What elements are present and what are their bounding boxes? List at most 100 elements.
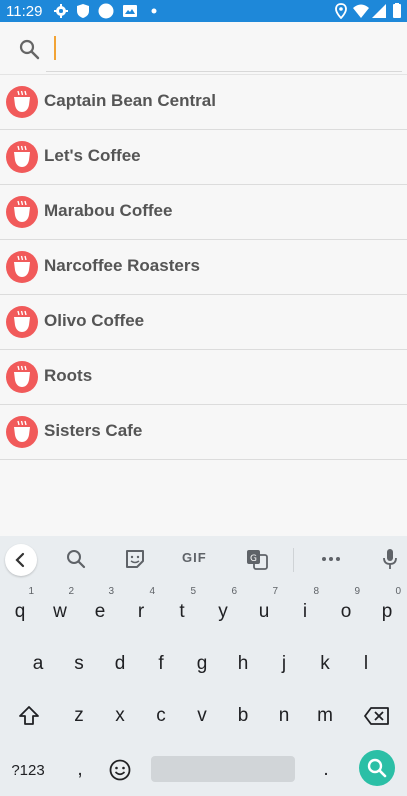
- key-x[interactable]: x: [100, 694, 140, 738]
- key-n[interactable]: n: [264, 694, 304, 738]
- key-c[interactable]: c: [141, 694, 181, 738]
- key-u[interactable]: 7u: [244, 586, 284, 634]
- battery-icon: [393, 3, 401, 18]
- emoji-key[interactable]: [100, 748, 140, 792]
- key-hint: 6: [231, 586, 237, 597]
- key-w[interactable]: 2w: [40, 586, 80, 634]
- shield-icon: [77, 4, 89, 18]
- list-item[interactable]: Marabou Coffee: [0, 185, 407, 240]
- key-o[interactable]: 9o: [326, 586, 366, 634]
- key-a[interactable]: a: [18, 642, 58, 686]
- microphone-icon[interactable]: [377, 546, 403, 572]
- collapse-toolbar-button[interactable]: [5, 544, 37, 576]
- coffee-cup-icon: [6, 361, 38, 393]
- key-v[interactable]: v: [182, 694, 222, 738]
- key-j[interactable]: j: [264, 642, 304, 686]
- coffee-cup-icon: [6, 86, 38, 118]
- signal-icon: [372, 4, 386, 18]
- key-hint: 3: [108, 586, 114, 597]
- key-label: y: [218, 601, 228, 622]
- search-action-button[interactable]: [359, 750, 395, 786]
- key-hint: 4: [149, 586, 155, 597]
- circle-icon: [98, 3, 114, 19]
- key-r[interactable]: 4r: [121, 586, 161, 634]
- key-m[interactable]: m: [305, 694, 345, 738]
- key-e[interactable]: 3e: [80, 586, 120, 634]
- key-z[interactable]: z: [59, 694, 99, 738]
- keyboard-toolbar: GIF G: [0, 536, 407, 582]
- key-t[interactable]: 5t: [162, 586, 202, 634]
- list-item-label: Captain Bean Central: [44, 91, 216, 110]
- key-label: u: [258, 601, 270, 622]
- search-input[interactable]: [46, 30, 402, 72]
- coffee-cup-icon: [6, 306, 38, 338]
- key-label: i: [302, 601, 308, 622]
- mail-icon: [123, 5, 137, 17]
- key-g[interactable]: g: [182, 642, 222, 686]
- symbols-key[interactable]: ?123: [4, 748, 52, 792]
- key-b[interactable]: b: [223, 694, 263, 738]
- more-options-icon[interactable]: [318, 546, 344, 572]
- key-p[interactable]: 0p: [367, 586, 407, 634]
- key-hint: 1: [28, 586, 34, 597]
- list-item-label: Sisters Cafe: [44, 421, 143, 440]
- dot-icon: [151, 8, 157, 14]
- key-label: e: [94, 601, 106, 622]
- key-hint: 7: [272, 586, 278, 597]
- chevron-left-icon: [15, 552, 25, 568]
- list-item-label: Roots: [44, 366, 93, 385]
- coffee-cup-icon: [6, 196, 38, 228]
- backspace-key[interactable]: [356, 694, 398, 738]
- key-h[interactable]: h: [223, 642, 263, 686]
- shift-key[interactable]: [8, 694, 50, 738]
- status-time: 11:29: [6, 3, 43, 20]
- key-y[interactable]: 6y: [203, 586, 243, 634]
- list-item[interactable]: Narcoffee Roasters: [0, 240, 407, 295]
- wifi-icon: [353, 4, 369, 18]
- space-bar[interactable]: [151, 756, 295, 782]
- key-hint: 8: [313, 586, 319, 597]
- coffee-cup-icon: [6, 251, 38, 283]
- key-label: r: [137, 601, 145, 622]
- key-i[interactable]: 8i: [285, 586, 325, 634]
- list-item-label: Olivo Coffee: [44, 311, 145, 330]
- translate-icon[interactable]: G: [244, 546, 270, 572]
- period-key[interactable]: .: [306, 748, 346, 792]
- settings-icon: [54, 4, 68, 18]
- key-q[interactable]: 1q: [0, 586, 40, 634]
- key-l[interactable]: l: [346, 642, 386, 686]
- sticker-icon[interactable]: [122, 546, 148, 572]
- search-icon: [367, 758, 387, 778]
- results-list: Captain Bean Central Let's Coffee Marabo…: [0, 74, 407, 460]
- coffee-cup-icon: [6, 416, 38, 448]
- key-label: q: [14, 601, 26, 622]
- key-label: p: [381, 601, 393, 622]
- key-k[interactable]: k: [305, 642, 345, 686]
- toolbar-divider: [293, 548, 294, 572]
- key-s[interactable]: s: [59, 642, 99, 686]
- key-label: w: [53, 601, 67, 622]
- key-label: o: [340, 601, 352, 622]
- list-item[interactable]: Let's Coffee: [0, 130, 407, 185]
- list-item-label: Narcoffee Roasters: [44, 256, 200, 275]
- search-icon: [19, 39, 40, 60]
- location-icon: [335, 3, 347, 19]
- key-label: t: [179, 601, 185, 622]
- list-item[interactable]: Sisters Cafe: [0, 405, 407, 460]
- key-hint: 0: [395, 586, 401, 597]
- list-item-label: Marabou Coffee: [44, 201, 173, 220]
- text-cursor: [54, 36, 56, 60]
- backspace-icon: [364, 707, 389, 725]
- list-item[interactable]: Captain Bean Central: [0, 74, 407, 130]
- comma-key[interactable]: ,: [60, 748, 100, 792]
- list-item[interactable]: Olivo Coffee: [0, 295, 407, 350]
- search-bar: [0, 22, 407, 74]
- list-item[interactable]: Roots: [0, 350, 407, 405]
- keyboard-search-icon[interactable]: [63, 546, 89, 572]
- svg-text:G: G: [250, 554, 257, 564]
- key-f[interactable]: f: [141, 642, 181, 686]
- key-d[interactable]: d: [100, 642, 140, 686]
- on-screen-keyboard: GIF G 1q 2w 3e 4r 5t 6y 7u 8i 9o 0p a s …: [0, 536, 407, 796]
- key-hint: 2: [68, 586, 74, 597]
- gif-button[interactable]: GIF: [182, 550, 207, 565]
